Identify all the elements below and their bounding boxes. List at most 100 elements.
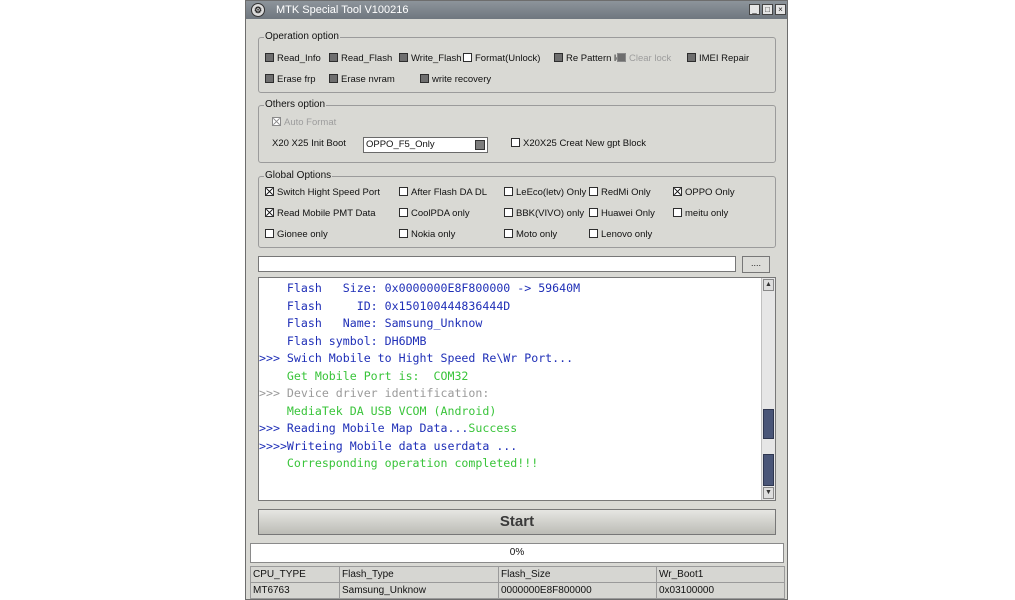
checkbox-label: Read_Info — [277, 53, 321, 64]
checkbox-box[interactable] — [265, 74, 274, 83]
cell-flash-size: 0000000E8F800000 — [498, 582, 657, 599]
checkbox-label: Nokia only — [411, 229, 456, 240]
start-button[interactable]: Start — [258, 509, 776, 535]
scroll-up-icon[interactable]: ▲ — [763, 279, 774, 291]
log-scrollbar[interactable]: ▲ ▼ — [761, 278, 775, 500]
operation-option-legend: Operation option — [264, 31, 340, 43]
write-flash-checkbox[interactable]: Write_Flash — [399, 53, 462, 65]
switch-speed-port-checkbox[interactable]: Switch Hight Speed Port — [265, 187, 380, 199]
log-output[interactable]: Flash Size: 0x0000000E8F800000 -> 59640M… — [258, 277, 776, 501]
checkbox-box[interactable] — [504, 229, 513, 238]
lenovo-only-checkbox[interactable]: Lenovo only — [589, 229, 652, 241]
after-flash-da-checkbox[interactable]: After Flash DA DL — [399, 187, 487, 199]
file-path-input[interactable] — [258, 256, 736, 272]
log-line-text: >>>>Writeing Mobile data userdata ... — [259, 438, 518, 453]
log-line-text: >>> Swich Mobile to Hight Speed Re\Wr Po… — [259, 351, 574, 365]
checkbox-label: Lenovo only — [601, 229, 653, 240]
re-pattern-lock-checkbox[interactable]: Re Pattern lo — [554, 53, 621, 65]
minimize-button[interactable]: _ — [749, 4, 760, 15]
checkbox-box[interactable] — [420, 74, 429, 83]
maximize-button[interactable]: □ — [762, 4, 773, 15]
checkbox-box[interactable] — [399, 187, 408, 196]
bbk-vivo-only-checkbox[interactable]: BBK(VIVO) only — [504, 208, 584, 220]
checkbox-box[interactable] — [399, 53, 408, 62]
progress-bar: 0% — [250, 543, 784, 563]
checkbox-box[interactable] — [673, 208, 682, 217]
nokia-only-checkbox[interactable]: Nokia only — [399, 229, 455, 241]
format-unlock-checkbox[interactable]: Format(Unlock) — [463, 53, 540, 65]
checkbox-label: OPPO Only — [685, 187, 735, 198]
moto-only-checkbox[interactable]: Moto only — [504, 229, 557, 241]
coolpda-only-checkbox[interactable]: CoolPDA only — [399, 208, 470, 220]
checkbox-box[interactable] — [511, 138, 520, 147]
checkbox-label: X20X25 Creat New gpt Block — [523, 138, 647, 149]
checkbox-box[interactable] — [673, 187, 682, 196]
close-button[interactable]: × — [775, 4, 786, 15]
checkbox-label: write recovery — [432, 74, 492, 85]
header-cpu-type: CPU_TYPE — [250, 566, 340, 583]
init-boot-select[interactable]: OPPO_F5_Only — [363, 137, 488, 153]
log-line-text: Flash symbol: DH6DMB — [259, 333, 427, 348]
huawei-only-checkbox[interactable]: Huawei Only — [589, 208, 655, 220]
scroll-thumb[interactable] — [763, 409, 774, 439]
checkbox-box[interactable] — [329, 53, 338, 62]
oppo-only-checkbox[interactable]: OPPO Only — [673, 187, 735, 199]
auto-format-checkbox[interactable]: Auto Format — [272, 117, 336, 129]
table-row: MT6763 Samsung_Unknow 0000000E8F800000 0… — [250, 582, 785, 599]
checkbox-label: RedMi Only — [601, 187, 651, 198]
progress-text: 0% — [509, 547, 525, 558]
checkbox-box[interactable] — [265, 229, 274, 238]
checkbox-label: Format(Unlock) — [475, 53, 541, 64]
scroll-thumb-lower[interactable] — [763, 454, 774, 486]
browse-button[interactable]: .... — [742, 256, 770, 273]
checkbox-box[interactable] — [589, 229, 598, 238]
erase-frp-checkbox[interactable]: Erase frp — [265, 74, 316, 86]
checkbox-box[interactable] — [272, 117, 281, 126]
mtk-tool-window: ⚙ MTK Special Tool V100216 _ □ × Operati… — [245, 0, 788, 600]
log-line-text: Flash Size: 0x0000000E8F800000 -> 59640M — [259, 281, 581, 295]
leeco-only-checkbox[interactable]: LeEco(letv) Only — [504, 187, 586, 199]
gpt-block-checkbox[interactable]: X20X25 Creat New gpt Block — [511, 138, 646, 150]
read-flash-checkbox[interactable]: Read_Flash — [329, 53, 392, 65]
checkbox-label: Erase frp — [277, 74, 316, 85]
redmi-only-checkbox[interactable]: RedMi Only — [589, 187, 651, 199]
checkbox-box[interactable] — [463, 53, 472, 62]
checkbox-box[interactable] — [399, 208, 408, 217]
checkbox-label: BBK(VIVO) only — [516, 208, 585, 219]
checkbox-box[interactable] — [265, 208, 274, 217]
log-line: Flash Size: 0x0000000E8F800000 -> 59640M — [259, 280, 759, 298]
title-bar[interactable]: ⚙ MTK Special Tool V100216 _ □ × — [246, 1, 787, 19]
imei-repair-checkbox[interactable]: IMEI Repair — [687, 53, 749, 65]
checkbox-box[interactable] — [265, 187, 274, 196]
log-line-text: Flash ID: 0x150100444836444D — [259, 298, 511, 313]
log-line: >>> Device driver identification: — [259, 385, 759, 403]
dropdown-arrow-icon[interactable] — [475, 140, 485, 150]
scroll-down-icon[interactable]: ▼ — [763, 487, 774, 499]
log-line-text: >>> Reading Mobile Map Data... — [259, 421, 469, 435]
clear-lock-checkbox[interactable]: Clear lock — [617, 53, 671, 65]
log-line: >>> Swich Mobile to Hight Speed Re\Wr Po… — [259, 350, 759, 368]
checkbox-box[interactable] — [265, 53, 274, 62]
checkbox-box[interactable] — [687, 53, 696, 62]
checkbox-label: Read_Flash — [341, 53, 393, 64]
write-recovery-checkbox[interactable]: write recovery — [420, 74, 491, 86]
checkbox-box[interactable] — [504, 187, 513, 196]
read-pmt-checkbox[interactable]: Read Mobile PMT Data — [265, 208, 376, 220]
checkbox-box[interactable] — [329, 74, 338, 83]
cell-flash-type: Samsung_Unknow — [339, 582, 499, 599]
checkbox-label: Re Pattern lo — [566, 53, 622, 64]
log-line: Flash Name: Samsung_Unknow — [259, 315, 759, 333]
checkbox-box[interactable] — [589, 208, 598, 217]
read-info-checkbox[interactable]: Read_Info — [265, 53, 321, 65]
checkbox-box[interactable] — [554, 53, 563, 62]
checkbox-box[interactable] — [617, 53, 626, 62]
checkbox-box[interactable] — [589, 187, 598, 196]
checkbox-label: IMEI Repair — [699, 53, 750, 64]
meitu-only-checkbox[interactable]: meitu only — [673, 208, 728, 220]
checkbox-label: Gionee only — [277, 229, 328, 240]
gionee-only-checkbox[interactable]: Gionee only — [265, 229, 328, 241]
checkbox-box[interactable] — [504, 208, 513, 217]
checkbox-box[interactable] — [399, 229, 408, 238]
log-line: Get Mobile Port is: COM32 — [259, 368, 759, 386]
erase-nvram-checkbox[interactable]: Erase nvram — [329, 74, 395, 86]
